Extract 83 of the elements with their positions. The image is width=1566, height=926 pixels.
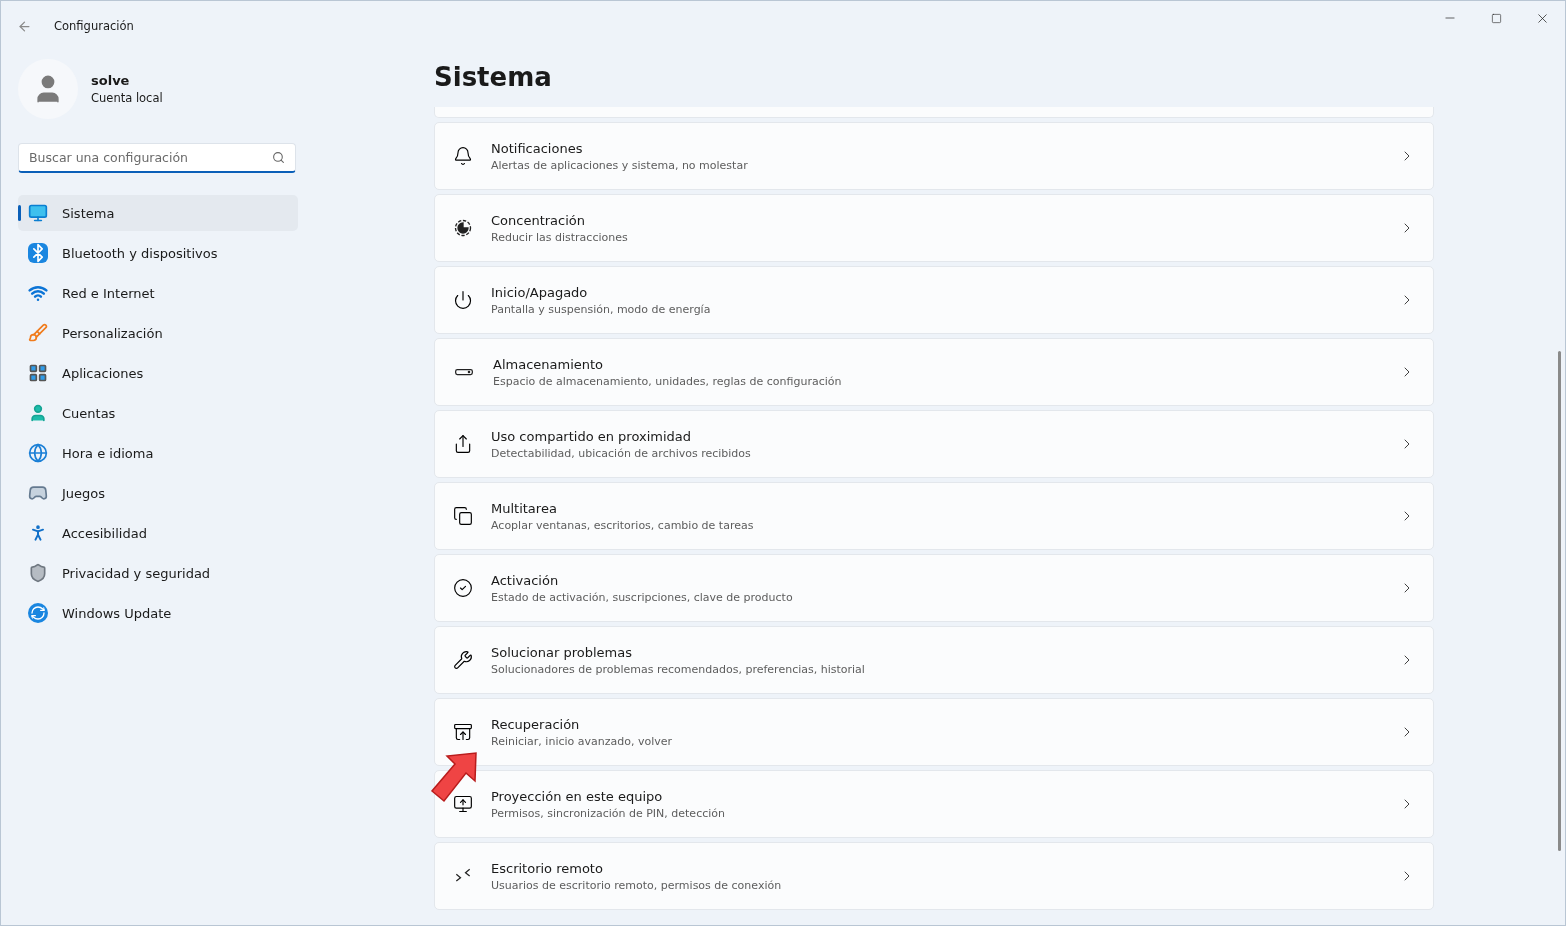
apps-icon	[28, 363, 48, 383]
setting-description: Acoplar ventanas, escritorios, cambio de tareas	[491, 518, 755, 532]
maximize-icon	[1490, 12, 1502, 24]
nav-label: Personalización	[62, 325, 163, 341]
setting-description: Permisos, sincronización de PIN, detección	[491, 806, 726, 820]
user-name: solve	[91, 73, 131, 88]
wifi-icon	[28, 283, 48, 303]
setting-description: Reiniciar, inicio avanzado, volver	[491, 734, 674, 748]
bell-icon	[453, 146, 473, 166]
person-icon	[28, 403, 48, 423]
nav-item[interactable]: Aplicaciones	[18, 355, 298, 391]
nav-label: Windows Update	[62, 605, 172, 621]
nav-label: Aplicaciones	[62, 365, 144, 381]
nav-label: Hora e idioma	[62, 445, 154, 461]
setting-description: Solucionadores de problemas recomendados, preferencias, historial	[491, 662, 866, 676]
settings-card[interactable]: Uso compartido en proximidad Detectabilidad, ubicación de archivos recibidos	[434, 410, 1434, 478]
shield-icon	[28, 563, 48, 583]
gamepad-icon	[28, 483, 48, 503]
back-icon[interactable]	[17, 18, 32, 34]
focus-icon	[453, 218, 473, 238]
wrench-icon	[453, 650, 473, 670]
selection-indicator	[18, 205, 21, 221]
settings-card[interactable]: Solucionar problemas Solucionadores de problemas recomendados, preferencias, historial	[434, 626, 1434, 694]
nav-label: Cuentas	[62, 405, 116, 421]
setting-description: Estado de activación, suscripciones, clave de producto	[491, 590, 794, 604]
setting-description: Alertas de aplicaciones y sistema, no molestar	[491, 158, 749, 172]
share-icon	[453, 434, 473, 454]
nav-item[interactable]: Red e Internet	[18, 275, 298, 311]
window-title: Configuración	[54, 19, 134, 33]
nav-label: Juegos	[62, 485, 106, 501]
nav-item[interactable]: Juegos	[18, 475, 298, 511]
bluetooth-icon	[28, 243, 48, 263]
setting-description: Pantalla y suspensión, modo de energía	[491, 302, 712, 316]
nav-label: Accesibilidad	[62, 525, 147, 541]
settings-card[interactable]: Inicio/Apagado Pantalla y suspensión, modo de energía	[434, 266, 1434, 334]
settings-card[interactable]: Escritorio remoto Usuarios de escritorio remoto, permisos de conexión	[434, 842, 1434, 910]
nav-item[interactable]: Sistema	[18, 195, 298, 231]
settings-card[interactable]: Notificaciones Alertas de aplicaciones y sistema, no molestar	[434, 122, 1434, 190]
setting-title: Proyección en este equipo	[491, 788, 664, 804]
globe-icon	[28, 443, 48, 463]
monitor-icon	[453, 794, 473, 814]
setting-title: Activación	[491, 572, 560, 588]
nav-item[interactable]: Windows Update	[18, 595, 298, 631]
nav-item[interactable]: Bluetooth y dispositivos	[18, 235, 298, 271]
restore-icon	[453, 722, 473, 742]
nav-item[interactable]: Personalización	[18, 315, 298, 351]
settings-card[interactable]: Recuperación Reiniciar, inicio avanzado, volver	[434, 698, 1434, 766]
nav-item[interactable]: Cuentas	[18, 395, 298, 431]
setting-title: Multitarea	[491, 500, 558, 516]
settings-card[interactable]: Activación Estado de activación, suscripciones, clave de producto	[434, 554, 1434, 622]
nav-label: Bluetooth y dispositivos	[62, 245, 218, 261]
nav-item[interactable]: Hora e idioma	[18, 435, 298, 471]
scrollbar[interactable]	[1558, 351, 1561, 851]
setting-title: Almacenamiento	[493, 356, 605, 372]
nav-label: Privacidad y seguridad	[62, 565, 211, 581]
setting-description: Espacio de almacenamiento, unidades, reglas de configuración	[493, 374, 843, 388]
account-type: Cuenta local	[91, 91, 163, 105]
setting-title: Escritorio remoto	[491, 860, 604, 876]
settings-card[interactable]: Almacenamiento Espacio de almacenamiento, unidades, reglas de configuración	[434, 338, 1434, 406]
power-icon	[453, 290, 473, 310]
setting-description: Usuarios de escritorio remoto, permisos de conexión	[491, 878, 783, 892]
monitor-icon	[28, 203, 48, 223]
update-icon	[28, 603, 48, 623]
brush-icon	[28, 323, 48, 343]
setting-title: Uso compartido en proximidad	[491, 428, 693, 444]
setting-title: Solucionar problemas	[491, 644, 633, 660]
settings-card[interactable]: Multitarea Acoplar ventanas, escritorios, cambio de tareas	[434, 482, 1434, 550]
settings-card[interactable]: Concentración Reducir las distracciones	[434, 194, 1434, 262]
search-field[interactable]: Buscar una configuración	[18, 143, 296, 173]
setting-description: Reducir las distracciones	[491, 230, 629, 244]
nav-item[interactable]: Privacidad y seguridad	[18, 555, 298, 591]
setting-title: Recuperación	[491, 716, 581, 732]
check-circle-icon	[453, 578, 473, 598]
search-icon[interactable]	[272, 151, 285, 164]
nav-item[interactable]: Accesibilidad	[18, 515, 298, 551]
settings-card[interactable]: Proyección en este equipo Permisos, sincronización de PIN, detección	[434, 770, 1434, 838]
page-title: Sistema	[434, 62, 553, 92]
setting-description: Detectabilidad, ubicación de archivos recibidos	[491, 446, 752, 460]
setting-title: Concentración	[491, 212, 586, 228]
setting-title: Notificaciones	[491, 140, 584, 156]
nav-label: Red e Internet	[62, 285, 155, 301]
setting-title: Inicio/Apagado	[491, 284, 589, 300]
nav-label: Sistema	[62, 205, 115, 221]
